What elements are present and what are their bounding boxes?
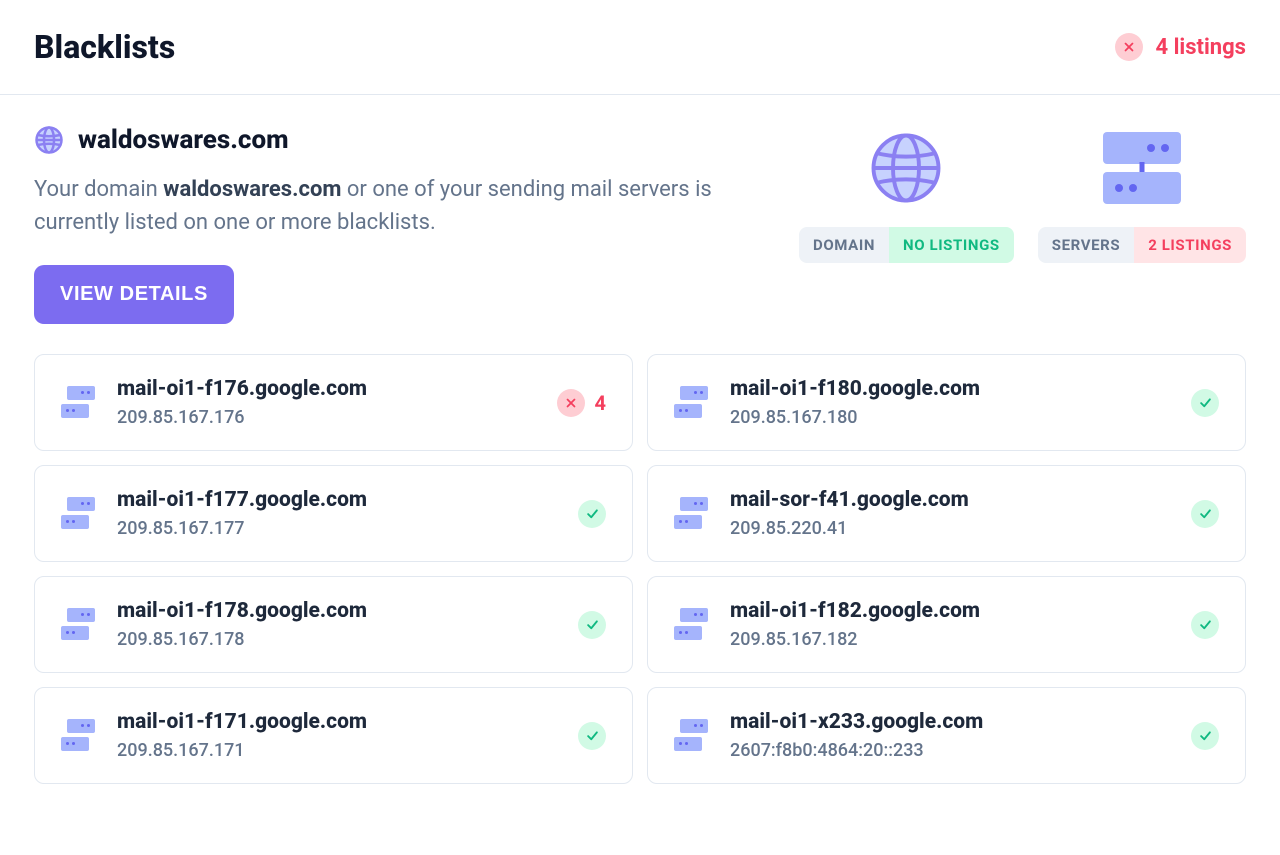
server-card[interactable]: mail-oi1-f178.google.com 209.85.167.178 <box>34 576 633 673</box>
domain-name: waldoswares.com <box>78 125 289 155</box>
server-ip: 209.85.167.176 <box>117 407 535 428</box>
stat-domain: DOMAIN NO LISTINGS <box>799 129 1014 263</box>
page-title: Blacklists <box>34 28 175 66</box>
check-icon <box>578 722 606 750</box>
server-card[interactable]: mail-oi1-f177.google.com 209.85.167.177 <box>34 465 633 562</box>
server-icon <box>61 386 95 420</box>
server-info: mail-oi1-f182.google.com 209.85.167.182 <box>730 599 1169 650</box>
server-host: mail-oi1-x233.google.com <box>730 710 1169 734</box>
desc-bold: waldoswares.com <box>163 177 341 202</box>
server-card[interactable]: mail-oi1-x233.google.com 2607:f8b0:4864:2… <box>647 687 1246 784</box>
stat-domain-label: DOMAIN <box>799 227 889 263</box>
server-ip: 209.85.167.171 <box>117 740 556 761</box>
server-icon <box>674 608 708 642</box>
domain-info: waldoswares.com Your domain waldoswares.… <box>34 125 754 324</box>
check-icon <box>1191 611 1219 639</box>
server-info: mail-oi1-f180.google.com 209.85.167.180 <box>730 377 1169 428</box>
server-ip: 209.85.167.178 <box>117 629 556 650</box>
stat-group: DOMAIN NO LISTINGS SERVERS 2 LISTINGS <box>799 129 1246 263</box>
stat-servers: SERVERS 2 LISTINGS <box>1038 129 1246 263</box>
server-status <box>1191 722 1219 750</box>
server-card[interactable]: mail-oi1-f182.google.com 209.85.167.182 <box>647 576 1246 673</box>
check-icon <box>578 611 606 639</box>
server-info: mail-sor-f41.google.com 209.85.220.41 <box>730 488 1169 539</box>
stat-servers-label: SERVERS <box>1038 227 1134 263</box>
server-card[interactable]: mail-oi1-f176.google.com 209.85.167.176 4 <box>34 354 633 451</box>
view-details-button[interactable]: VIEW DETAILS <box>34 265 234 324</box>
server-host: mail-oi1-f177.google.com <box>117 488 556 512</box>
listing-count: 4 <box>595 391 606 415</box>
globe-icon <box>867 129 945 207</box>
stat-domain-value: NO LISTINGS <box>889 227 1014 263</box>
server-status <box>1191 389 1219 417</box>
check-icon <box>1191 500 1219 528</box>
server-icon <box>61 719 95 753</box>
server-ip: 209.85.167.177 <box>117 518 556 539</box>
stat-domain-pill: DOMAIN NO LISTINGS <box>799 227 1014 263</box>
server-card[interactable]: mail-oi1-f180.google.com 209.85.167.180 <box>647 354 1246 451</box>
globe-icon <box>34 125 64 155</box>
domain-description: Your domain waldoswares.com or one of yo… <box>34 173 754 239</box>
server-icon <box>1103 129 1181 207</box>
domain-title-row: waldoswares.com <box>34 125 754 155</box>
server-host: mail-sor-f41.google.com <box>730 488 1169 512</box>
server-info: mail-oi1-f176.google.com 209.85.167.176 <box>117 377 535 428</box>
server-card[interactable]: mail-oi1-f171.google.com 209.85.167.171 <box>34 687 633 784</box>
domain-summary: waldoswares.com Your domain waldoswares.… <box>34 125 1246 324</box>
server-status <box>1191 611 1219 639</box>
server-host: mail-oi1-f178.google.com <box>117 599 556 623</box>
server-info: mail-oi1-x233.google.com 2607:f8b0:4864:2… <box>730 710 1169 761</box>
x-icon <box>557 389 585 417</box>
server-ip: 2607:f8b0:4864:20::233 <box>730 740 1169 761</box>
server-host: mail-oi1-f180.google.com <box>730 377 1169 401</box>
server-ip: 209.85.167.182 <box>730 629 1169 650</box>
check-icon <box>1191 722 1219 750</box>
desc-prefix: Your domain <box>34 177 163 202</box>
server-ip: 209.85.220.41 <box>730 518 1169 539</box>
server-ip: 209.85.167.180 <box>730 407 1169 428</box>
server-status <box>578 722 606 750</box>
server-host: mail-oi1-f171.google.com <box>117 710 556 734</box>
servers-grid: mail-oi1-f176.google.com209.85.167.1764m… <box>34 354 1246 784</box>
server-icon <box>61 608 95 642</box>
server-status <box>578 611 606 639</box>
stat-servers-value: 2 LISTINGS <box>1134 227 1246 263</box>
content: waldoswares.com Your domain waldoswares.… <box>0 95 1280 784</box>
server-icon <box>674 719 708 753</box>
server-status: 4 <box>557 389 606 417</box>
stat-servers-pill: SERVERS 2 LISTINGS <box>1038 227 1246 263</box>
listings-count: 4 listings <box>1155 35 1246 60</box>
server-status <box>578 500 606 528</box>
page-header: Blacklists 4 listings <box>0 0 1280 95</box>
check-icon <box>578 500 606 528</box>
server-icon <box>61 497 95 531</box>
server-info: mail-oi1-f171.google.com 209.85.167.171 <box>117 710 556 761</box>
server-icon <box>674 386 708 420</box>
x-icon <box>1115 33 1143 61</box>
server-host: mail-oi1-f176.google.com <box>117 377 535 401</box>
server-icon <box>674 497 708 531</box>
server-host: mail-oi1-f182.google.com <box>730 599 1169 623</box>
server-info: mail-oi1-f178.google.com 209.85.167.178 <box>117 599 556 650</box>
server-card[interactable]: mail-sor-f41.google.com 209.85.220.41 <box>647 465 1246 562</box>
listings-badge: 4 listings <box>1115 33 1246 61</box>
server-status <box>1191 500 1219 528</box>
server-info: mail-oi1-f177.google.com 209.85.167.177 <box>117 488 556 539</box>
check-icon <box>1191 389 1219 417</box>
